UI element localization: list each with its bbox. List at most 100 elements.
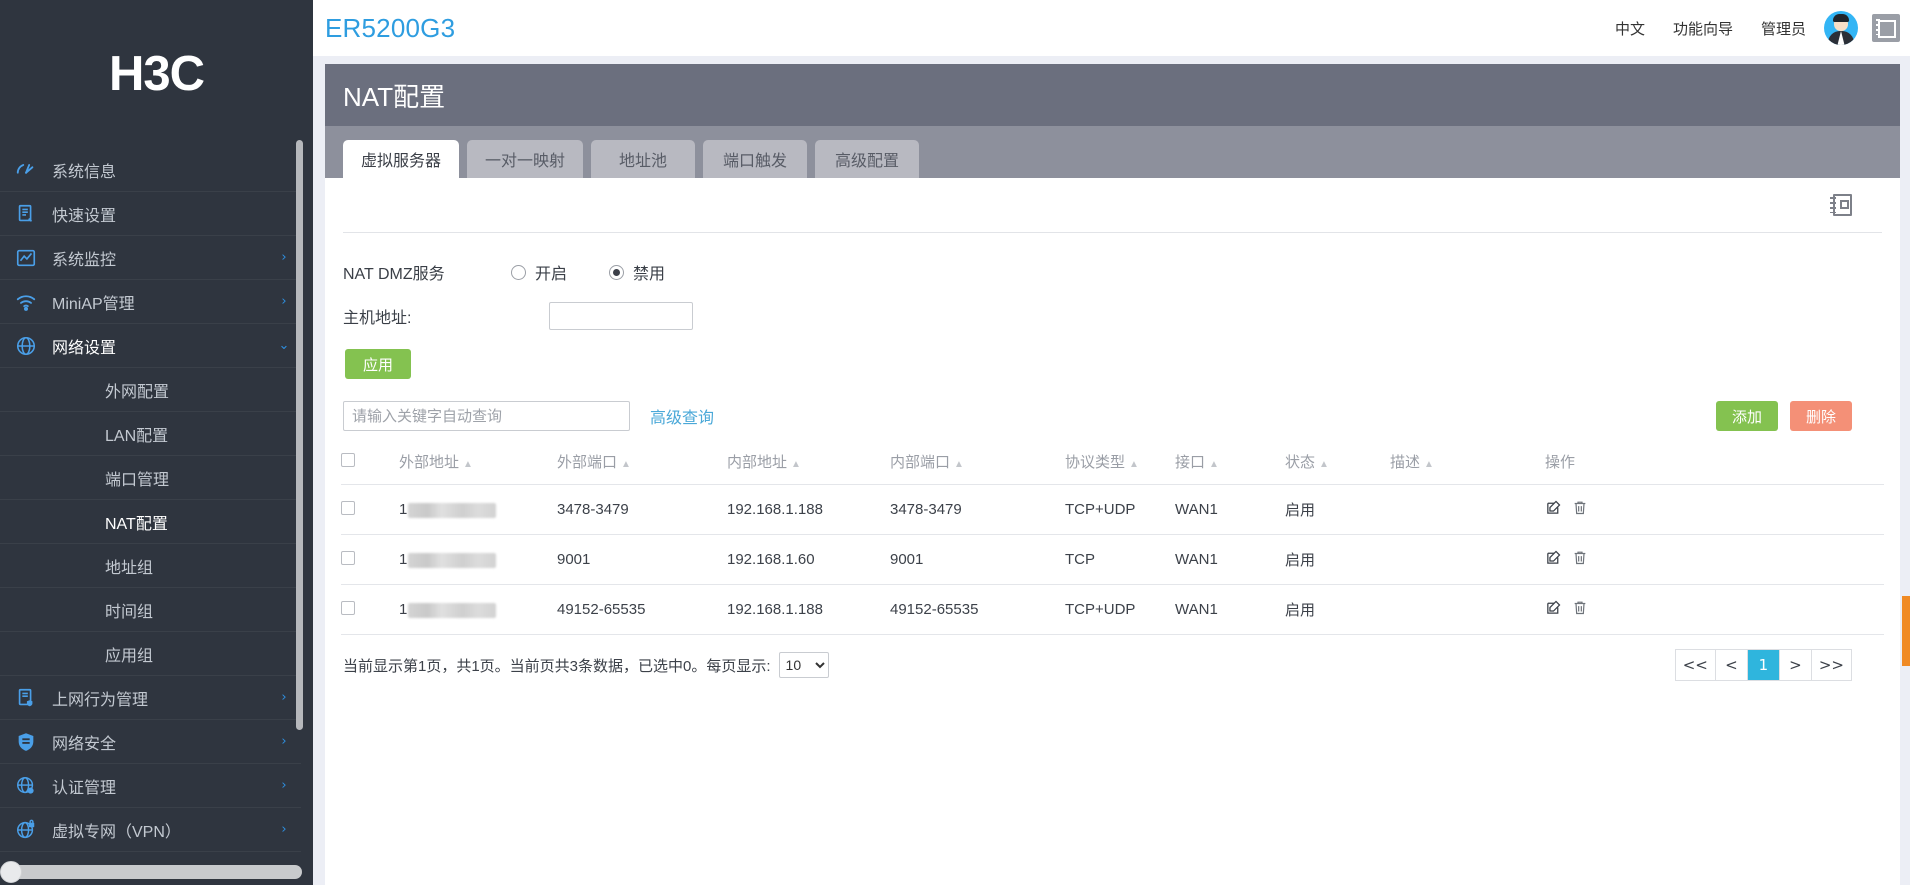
column-external-address[interactable]: 外部地址 ▲ [399, 439, 557, 485]
sidebar-item-miniap[interactable]: MiniAP管理 › [0, 280, 301, 324]
sidebar-item-internet-behavior[interactable]: 上网行为管理 › [0, 676, 301, 720]
row-select-cell [341, 534, 399, 585]
tab-label: 一对一映射 [485, 153, 566, 170]
sidebar-subitem-wan-config[interactable]: 外网配置 [0, 368, 301, 412]
tab-address-pool[interactable]: 地址池 [591, 140, 696, 178]
function-wizard-link[interactable]: 功能向导 [1659, 18, 1747, 39]
sidebar-collapse-handle[interactable] [0, 861, 22, 883]
sidebar-vertical-scrollbar[interactable] [296, 140, 303, 730]
trash-icon[interactable] [1572, 499, 1588, 520]
sidebar-subitem-lan-config[interactable]: LAN配置 [0, 412, 301, 456]
sidebar-item-system-info[interactable]: 系统信息 [0, 148, 301, 192]
sidebar-subitem-nat-config[interactable]: NAT配置 [0, 500, 301, 544]
panel-toolbar [341, 178, 1884, 232]
cell-interface: WAN1 [1175, 484, 1285, 535]
trash-icon[interactable] [1572, 599, 1588, 620]
row-select-cell [341, 584, 399, 635]
advanced-search-link[interactable]: 高级查询 [650, 404, 714, 428]
sidebar-item-network-settings[interactable]: 网络设置 ⌄ [0, 324, 301, 368]
table-row[interactable]: 1 3478-3479 192.168.1.188 3478-3479 TCP+… [341, 484, 1884, 535]
sort-asc-icon: ▲ [954, 459, 964, 470]
column-description[interactable]: 描述 ▲ [1390, 439, 1545, 485]
language-switch[interactable]: 中文 [1601, 18, 1659, 39]
column-protocol[interactable]: 协议类型 ▲ [1065, 439, 1175, 485]
page-title: NAT配置 [343, 81, 446, 112]
dmz-enable-radio[interactable]: 开启 [511, 260, 567, 284]
trash-icon[interactable] [1572, 549, 1588, 570]
sidebar-subitem-app-group[interactable]: 应用组 [0, 632, 301, 676]
manual-book-rings [1830, 197, 1836, 213]
page-prev-button[interactable]: < [1715, 650, 1748, 680]
sidebar-subitem-label: 时间组 [105, 603, 154, 621]
sidebar-item-auth-management[interactable]: 认证管理 › [0, 764, 301, 808]
delete-button[interactable]: 删除 [1790, 401, 1852, 431]
tab-label: 高级配置 [835, 153, 900, 170]
column-interface[interactable]: 接口 ▲ [1175, 439, 1285, 485]
edit-icon[interactable] [1545, 549, 1562, 570]
dmz-service-label: NAT DMZ服务 [343, 266, 445, 283]
main-vertical-scrollbar[interactable] [1900, 56, 1910, 885]
row-checkbox[interactable] [341, 600, 355, 615]
sidebar-item-network-security[interactable]: 网络安全 › [0, 720, 301, 764]
column-internal-port[interactable]: 内部端口 ▲ [890, 439, 1065, 485]
page-next-button[interactable]: > [1779, 650, 1812, 680]
sort-asc-icon: ▲ [1129, 459, 1139, 470]
cell-protocol: TCP [1065, 534, 1175, 585]
add-button[interactable]: 添加 [1716, 401, 1778, 431]
current-user-label[interactable]: 管理员 [1747, 18, 1820, 39]
cell-internal-address: 192.168.1.188 [727, 484, 890, 535]
avatar[interactable] [1824, 11, 1858, 45]
tab-virtual-server[interactable]: 虚拟服务器 [343, 140, 460, 178]
clipboard-shield-icon [0, 687, 52, 709]
globe-icon [0, 335, 52, 357]
row-actions [1545, 499, 1884, 520]
sidebar-subitem-port-management[interactable]: 端口管理 [0, 456, 301, 500]
scrollbar-thumb[interactable] [1902, 596, 1910, 666]
cell-external-address: 1 [399, 484, 557, 535]
column-external-port[interactable]: 外部端口 ▲ [557, 439, 727, 485]
edit-icon[interactable] [1545, 499, 1562, 520]
pagination-summary: 当前显示第1页，共1页。当前页共3条数据，已选中0。每页显示: [343, 657, 771, 675]
sidebar-subitem-time-group[interactable]: 时间组 [0, 588, 301, 632]
table-row[interactable]: 1 49152-65535 192.168.1.188 49152-65535 … [341, 584, 1884, 635]
cell-description [1390, 484, 1545, 535]
row-checkbox[interactable] [341, 500, 355, 515]
page-size-select[interactable]: 10 20 50 100 [778, 652, 829, 678]
cell-external-address: 1 [399, 534, 557, 585]
dmz-disable-radio[interactable]: 禁用 [609, 260, 665, 284]
sidebar-item-quick-setup[interactable]: 快速设置 [0, 192, 301, 236]
table-header-row: 外部地址 ▲ 外部端口 ▲ 内部地址 ▲ 内部端口 ▲ 协议类型 ▲ 接口 ▲ … [341, 439, 1884, 485]
cell-status: 启用 [1285, 534, 1390, 585]
tab-label: 虚拟服务器 [361, 153, 442, 170]
manual-book-icon[interactable] [1872, 14, 1900, 42]
tab-port-trigger[interactable]: 端口触发 [703, 140, 808, 178]
tab-one-to-one-mapping[interactable]: 一对一映射 [467, 140, 584, 178]
select-all-checkbox[interactable] [341, 452, 355, 467]
host-address-input[interactable] [549, 302, 693, 330]
page-number-button[interactable]: 1 [1747, 650, 1780, 680]
page-first-button[interactable]: << [1675, 650, 1716, 680]
redacted-mask [408, 552, 497, 568]
table-row[interactable]: 1 9001 192.168.1.60 9001 TCP WAN1 启用 [341, 534, 1884, 585]
dmz-disable-label: 禁用 [633, 266, 666, 283]
apply-button[interactable]: 应用 [345, 349, 411, 379]
search-input[interactable] [343, 401, 630, 431]
sidebar-subitem-label: LAN配置 [105, 427, 169, 445]
edit-icon[interactable] [1545, 599, 1562, 620]
row-checkbox[interactable] [341, 550, 355, 565]
page-last-button[interactable]: >> [1811, 650, 1851, 680]
speedometer-icon [0, 159, 52, 181]
column-internal-address[interactable]: 内部地址 ▲ [727, 439, 890, 485]
column-label: 状态 [1285, 454, 1316, 471]
sidebar-horizontal-scrollbar[interactable] [8, 865, 302, 879]
column-status[interactable]: 状态 ▲ [1285, 439, 1390, 485]
manual-book-page [1840, 200, 1849, 209]
tab-advanced-config[interactable]: 高级配置 [815, 140, 920, 178]
redacted-mask [408, 502, 497, 518]
sort-asc-icon: ▲ [1424, 459, 1434, 470]
device-model-title: ER5200G3 [325, 12, 456, 43]
sidebar-item-vpn[interactable]: 虚拟专网（VPN） › [0, 808, 301, 852]
sidebar-subitem-address-group[interactable]: 地址组 [0, 544, 301, 588]
sidebar-item-system-monitor[interactable]: 系统监控 › [0, 236, 301, 280]
manual-book-icon[interactable] [1830, 194, 1852, 216]
